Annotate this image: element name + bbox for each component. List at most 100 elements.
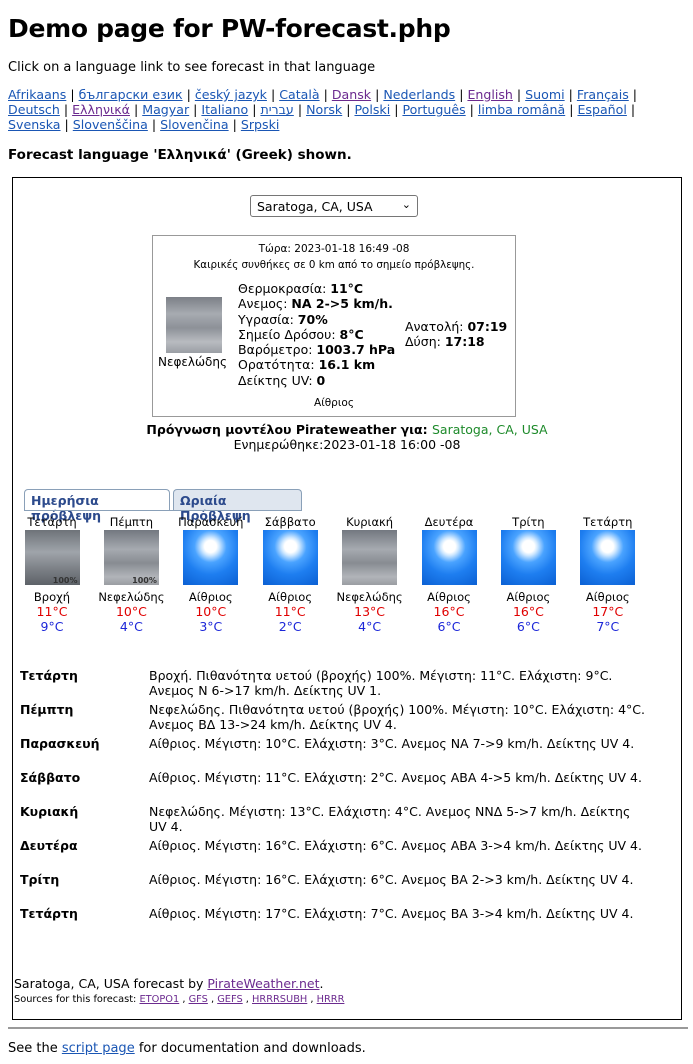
day-high: 11°C — [274, 604, 306, 619]
reading-label: Ορατότητα: — [238, 357, 319, 373]
language-link[interactable]: Suomi — [525, 87, 564, 102]
reading-label: Ανεμος: — [238, 296, 292, 312]
day-name: Δευτέρα — [424, 515, 474, 529]
pirateweather-link[interactable]: PirateWeather.net — [207, 976, 319, 991]
current-readings: Θερμοκρασία: 11°C Ανεμος: NA 2->5 km/h. Υγ… — [238, 281, 395, 388]
separator: | — [248, 102, 261, 117]
reading-label: Υγρασία: — [238, 311, 298, 327]
day-name: Τετάρτη — [27, 515, 77, 529]
current-condition: Αίθριος — [314, 397, 354, 409]
current-reading-row: Βαρόμετρο: 1003.7 hPa — [238, 342, 395, 357]
forecast-box: Saratoga, CA, USA ⌄ Τώρα: 2023-01-18 16:… — [12, 177, 682, 1020]
sun-times: Ανατολή: 07:19 Δύση: 17:18 — [405, 319, 507, 349]
reading-label: Θερμοκρασία: — [238, 281, 331, 296]
language-link[interactable]: limba română — [478, 102, 565, 117]
sunrise-value: 07:19 — [467, 319, 508, 334]
credit-prefix: Saratoga, CA, USA forecast by — [14, 976, 208, 991]
chevron-down-icon: ⌄ — [401, 198, 411, 211]
language-link[interactable]: עברית — [260, 102, 293, 117]
current-conditions: Τώρα: 2023-01-18 16:49 -08 Καιρικές συνθ… — [152, 235, 516, 417]
sources-prefix: Sources for this forecast: — [14, 994, 140, 1005]
sunny-icon — [580, 530, 636, 585]
separator: | — [266, 87, 280, 102]
forecast-credit: Saratoga, CA, USA forecast by PirateWeat… — [14, 976, 323, 991]
separator: | — [293, 102, 307, 117]
detail-text: Αίθριος. Μέγιστη: 16°C. Ελάχιστη: 6°C. Α… — [149, 838, 642, 853]
separator: | — [371, 87, 384, 102]
language-link[interactable]: Français — [577, 87, 629, 102]
language-link[interactable]: Afrikaans — [8, 87, 66, 102]
language-link[interactable]: Magyar — [142, 102, 189, 117]
location-select[interactable]: Saratoga, CA, USA ⌄ — [250, 195, 418, 217]
day-low: 3°C — [199, 619, 223, 634]
language-link[interactable]: Svenska — [8, 117, 61, 132]
reading-value: 8°C — [339, 326, 364, 342]
day-name: Τετάρτη — [583, 515, 633, 529]
detail-text: Αίθριος. Μέγιστη: 11°C. Ελάχιστη: 2°C. Α… — [149, 770, 642, 785]
separator: | — [465, 102, 478, 117]
language-link[interactable]: Polski — [354, 102, 390, 117]
day-condition: Αίθριος — [188, 590, 233, 604]
footer-text: See the script page for documentation an… — [8, 1041, 366, 1056]
language-link[interactable]: český jazyk — [195, 87, 267, 102]
language-link[interactable]: Slovenščina — [73, 117, 148, 132]
day-low: 4°C — [358, 619, 382, 634]
language-shown-heading: Forecast language 'Ελληνικά' (Greek) sho… — [8, 147, 352, 163]
reading-value: 70% — [297, 311, 328, 327]
language-link[interactable]: Ελληνικά — [72, 102, 130, 117]
forecast-sources: Sources for this forecast: ETOPO1 , GFS … — [14, 994, 344, 1005]
language-link[interactable]: Español — [577, 102, 626, 117]
tab-hourly-forecast[interactable]: Ωριαία Πρόβλεψη — [173, 489, 302, 523]
day-low: 6°C — [516, 619, 540, 634]
reading-value: 16.1 km — [318, 357, 376, 373]
sunny-icon — [262, 530, 318, 585]
day-name: Σάββατο — [264, 515, 316, 529]
reading-value: 11°C — [330, 281, 364, 296]
source-link[interactable]: HRRR — [317, 994, 345, 1005]
day-name: Παρασκευή — [178, 515, 244, 529]
updated-time: Ενημερώθηκε:2023-01-18 16:00 -08 — [233, 437, 461, 452]
day-high: 10°C — [115, 604, 147, 619]
language-link[interactable]: Português — [402, 102, 465, 117]
current-reading-row: Σημείο Δρόσου: 8°C — [238, 327, 395, 342]
current-reading-row: Ορατότητα: 16.1 km — [238, 357, 395, 372]
current-reading-row: Ανεμος: NA 2->5 km/h. — [238, 296, 395, 311]
separator: | — [564, 87, 577, 102]
cloudy-icon: 100% — [103, 530, 159, 585]
detail-text: Αίθριος. Μέγιστη: 17°C. Ελάχιστη: 7°C. Α… — [149, 906, 634, 921]
current-subtitle: Καιρικές συνθήκες σε 0 km από το σημείο … — [193, 259, 475, 271]
separator: , — [242, 994, 253, 1005]
separator: | — [628, 87, 638, 102]
forecast-day: Δευτέρα Αίθριος 16°C 6°C — [409, 515, 489, 634]
source-link[interactable]: GFS — [189, 994, 208, 1005]
separator: | — [455, 87, 468, 102]
language-link[interactable]: Nederlands — [383, 87, 455, 102]
current-reading-row: Θερμοκρασία: 11°C — [238, 281, 395, 296]
day-condition: Αίθριος — [427, 590, 471, 604]
language-link[interactable]: Norsk — [306, 102, 342, 117]
language-link[interactable]: български език — [79, 87, 183, 102]
language-link[interactable]: Català — [279, 87, 319, 102]
language-links: Afrikaans | български език | český jazyk… — [8, 87, 678, 132]
separator: | — [182, 87, 195, 102]
language-link[interactable]: English — [467, 87, 512, 102]
reading-label: Σημείο Δρόσου: — [238, 326, 340, 342]
script-page-link[interactable]: script page — [62, 1041, 135, 1056]
location-select-value: Saratoga, CA, USA — [257, 199, 373, 214]
language-link[interactable]: Italiano — [201, 102, 248, 117]
credit-suffix: . — [319, 976, 324, 991]
tab-daily-forecast[interactable]: Ημερήσια πρόβλεψη — [24, 489, 170, 523]
source-link[interactable]: GEFS — [217, 994, 242, 1005]
language-link[interactable]: Deutsch — [8, 102, 60, 117]
source-link[interactable]: ETOPO1 — [139, 994, 179, 1005]
separator: | — [59, 102, 73, 117]
language-link[interactable]: Dansk — [332, 87, 371, 102]
language-link[interactable]: Slovenčina — [160, 117, 229, 132]
language-link[interactable]: Srpski — [241, 117, 280, 132]
separator: , — [307, 994, 317, 1005]
rain-icon: 100% — [24, 530, 80, 585]
day-condition: Αίθριος — [268, 590, 313, 604]
source-link[interactable]: HRRRSUBH — [252, 994, 307, 1005]
detail-day-name: Τρίτη — [20, 872, 60, 887]
cloudy-icon — [166, 297, 222, 353]
